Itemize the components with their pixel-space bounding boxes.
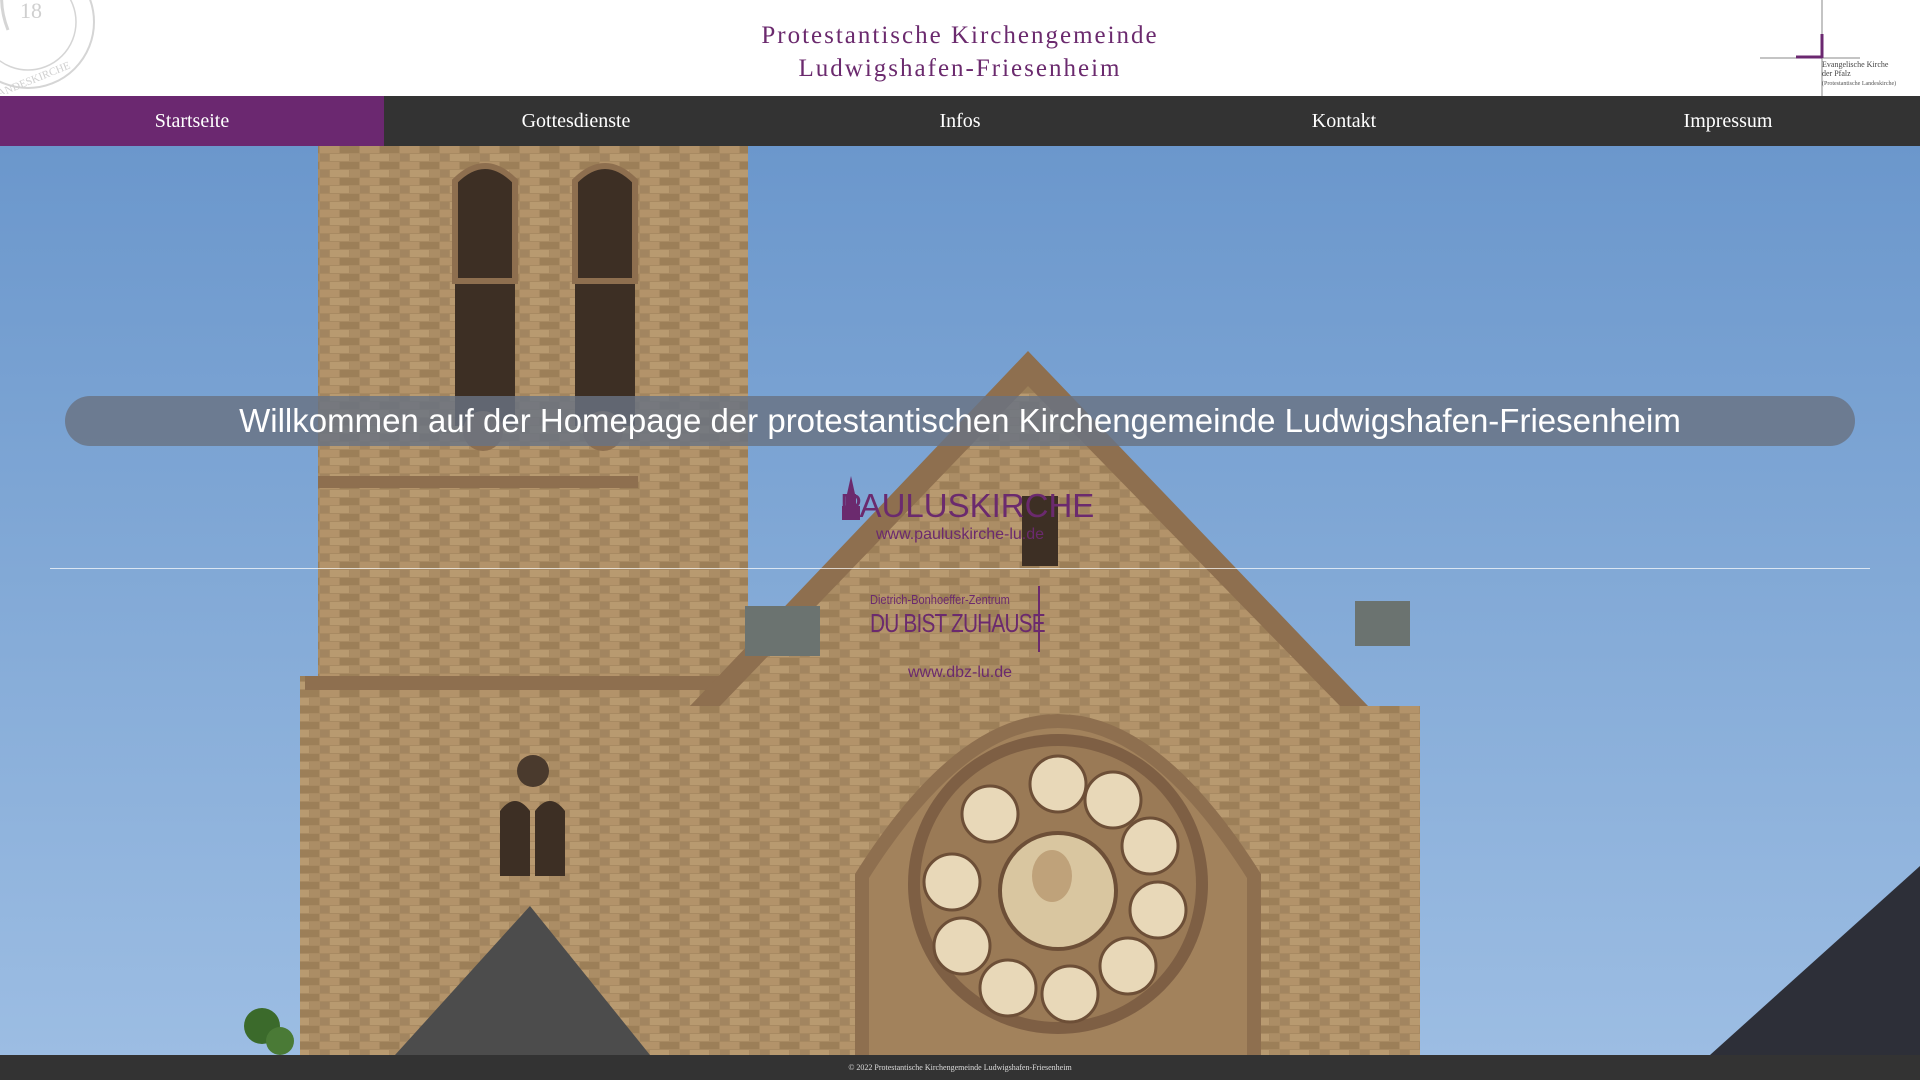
nav-item-infos[interactable]: Infos <box>768 96 1152 146</box>
welcome-banner: Willkommen auf der Homepage der protesta… <box>65 396 1855 446</box>
dbz-subtitle: Dietrich-Bonhoeffer-Zentrum <box>870 592 1010 607</box>
site-header: 18 HE LANDESKIRCHE Protestantische Kirch… <box>0 0 1920 96</box>
site-footer: © 2022 Protestantische Kirchengemeinde L… <box>0 1055 1920 1080</box>
nav-item-kontakt[interactable]: Kontakt <box>1152 96 1536 146</box>
nav-item-startseite[interactable]: Startseite <box>0 96 384 146</box>
nav-item-impressum[interactable]: Impressum <box>1536 96 1920 146</box>
site-title-line1: Protestantische Kirchengemeinde <box>761 22 1159 49</box>
church-logo-line1: Evangelische Kirche <box>1822 60 1889 69</box>
footer-copyright: © 2022 Protestantische Kirchengemeinde L… <box>848 1063 1072 1072</box>
welcome-text: Willkommen auf der Homepage der protesta… <box>239 402 1681 439</box>
pauluskirche-name: PAULUSKIRCHE <box>840 487 1095 524</box>
church-logo-line3: (Protestantische Landeskirche) <box>1822 81 1897 87</box>
main-navigation: Startseite Gottesdienste Infos Kontakt I… <box>0 96 1920 146</box>
nav-item-gottesdienste[interactable]: Gottesdienste <box>384 96 768 146</box>
church-spire-icon <box>842 476 860 520</box>
dbz-link[interactable]: Dietrich-Bonhoeffer-Zentrum DU BIST ZUHA… <box>856 586 1066 686</box>
site-title-line2: Ludwigshafen-Friesenheim <box>798 55 1122 82</box>
dbz-logo-bar <box>1038 586 1040 652</box>
evangelische-kirche-logo[interactable]: Evangelische Kirche der Pfalz (Protestan… <box>1760 0 1902 96</box>
pauluskirche-url[interactable]: www.pauluskirche-lu.de <box>840 526 1080 544</box>
hero-section: Willkommen auf der Homepage der protesta… <box>0 146 1920 1055</box>
church-logo-line2: der Pfalz <box>1822 69 1851 78</box>
pauluskirche-link[interactable]: PAULUSKIRCHE www.pauluskirche-lu.de <box>840 476 1095 556</box>
dbz-url[interactable]: www.dbz-lu.de <box>856 664 1064 682</box>
content-divider <box>50 568 1870 569</box>
dbz-slogan: DU BIST ZUHAUSE <box>870 608 1046 638</box>
